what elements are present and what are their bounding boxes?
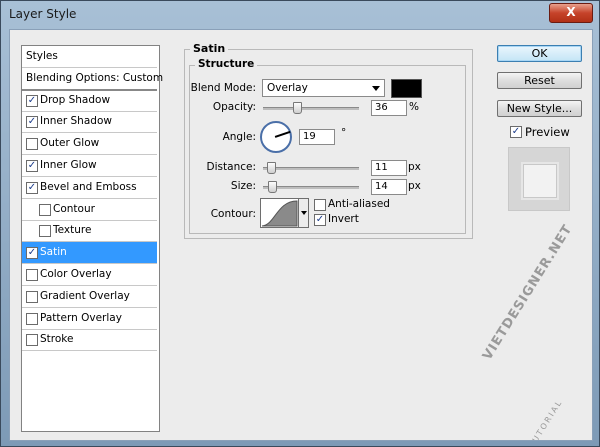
size-unit: px xyxy=(408,180,421,192)
ok-button[interactable]: OK xyxy=(497,45,582,62)
style-list-item-label: Styles xyxy=(26,50,58,62)
style-list-item-label: Inner Glow xyxy=(40,159,97,171)
preview-checkbox[interactable]: ✓ xyxy=(510,126,522,138)
opacity-label: Opacity: xyxy=(212,101,256,113)
blend-mode-value: Overlay xyxy=(267,82,308,94)
distance-unit: px xyxy=(408,161,421,173)
style-list-item[interactable]: ✓ Inner Shadow xyxy=(22,111,157,134)
title-bar[interactable]: Layer Style X xyxy=(1,1,599,29)
style-list-item-label: Satin xyxy=(40,246,67,259)
style-list-item[interactable]: ✓ Drop Shadow xyxy=(22,90,157,112)
style-list-item-label: Color Overlay xyxy=(40,268,112,280)
style-list-item-label: Gradient Overlay xyxy=(40,289,130,302)
style-checkbox[interactable] xyxy=(26,312,38,325)
style-list-item[interactable]: Pattern Overlay xyxy=(22,308,157,330)
size-label: Size: xyxy=(230,180,256,192)
style-list-item[interactable]: Blending Options: Custom xyxy=(22,68,163,91)
style-checkbox[interactable]: ✓ xyxy=(26,247,38,260)
contour-label: Contour: xyxy=(210,208,256,220)
structure-group-title: Structure xyxy=(195,58,258,70)
style-list-item[interactable]: Styles xyxy=(22,46,157,68)
style-checkbox[interactable]: ✓ xyxy=(26,116,38,129)
styles-list: Styles Blending Options: Custom ✓ Drop Shad… xyxy=(21,45,163,432)
style-checkbox[interactable] xyxy=(26,138,38,151)
style-list-item-label: Stroke xyxy=(40,333,74,346)
size-input[interactable]: 14 xyxy=(371,179,407,195)
distance-slider-thumb[interactable] xyxy=(267,162,276,174)
angle-unit: ° xyxy=(341,127,347,139)
style-list-item-label: Inner Shadow xyxy=(40,115,112,128)
color-swatch[interactable] xyxy=(391,79,422,98)
style-checkbox[interactable] xyxy=(26,290,38,303)
style-list-item-label: Outer Glow xyxy=(40,137,100,150)
preview-swatch xyxy=(523,164,557,198)
contour-dropdown-button[interactable] xyxy=(299,198,309,228)
new-style-button[interactable]: New Style... xyxy=(497,100,582,117)
style-list-item[interactable]: Stroke xyxy=(22,329,157,352)
invert-label: Invert xyxy=(328,213,359,225)
invert-checkbox[interactable]: ✓ xyxy=(314,214,326,226)
blend-mode-select[interactable]: Overlay xyxy=(262,79,385,97)
preview-thumbnail xyxy=(508,147,570,211)
contour-curve-icon xyxy=(261,200,298,227)
style-checkbox[interactable]: ✓ xyxy=(26,94,38,107)
style-checkbox[interactable]: ✓ xyxy=(26,181,38,194)
style-list-item-label: Bevel and Emboss xyxy=(40,180,137,193)
style-list-item[interactable]: Outer Glow xyxy=(22,133,157,156)
distance-slider[interactable] xyxy=(263,162,359,174)
chevron-down-icon xyxy=(372,86,380,91)
opacity-slider[interactable] xyxy=(263,102,359,114)
style-checkbox[interactable] xyxy=(26,269,38,281)
contour-picker[interactable] xyxy=(260,198,299,228)
style-list-item[interactable]: Texture xyxy=(22,220,157,243)
style-list-item[interactable]: ✓ Bevel and Emboss xyxy=(22,177,157,199)
angle-input[interactable]: 19 xyxy=(299,129,335,145)
style-checkbox[interactable] xyxy=(26,334,38,347)
close-button[interactable]: X xyxy=(549,3,593,23)
watermark-text: VIETDESIGNER.NET xyxy=(480,222,576,363)
size-slider-thumb[interactable] xyxy=(268,181,277,193)
close-icon: X xyxy=(566,5,576,19)
dialog-body: Styles Blending Options: Custom ✓ Drop Shad… xyxy=(9,29,593,441)
opacity-unit: % xyxy=(409,101,419,113)
opacity-slider-thumb[interactable] xyxy=(293,102,302,114)
style-list-item[interactable]: Color Overlay xyxy=(22,264,157,286)
style-list-item-label: Blending Options: Custom xyxy=(26,71,164,84)
style-list-item-label: Drop Shadow xyxy=(40,93,111,106)
style-checkbox[interactable]: ✓ xyxy=(26,160,38,172)
window-title: Layer Style xyxy=(9,7,77,21)
angle-label: Angle: xyxy=(222,131,256,143)
style-list-item[interactable]: Contour xyxy=(22,199,157,221)
opacity-input[interactable]: 36 xyxy=(371,100,407,116)
anti-aliased-label: Anti-aliased xyxy=(328,198,390,210)
reset-button[interactable]: Reset xyxy=(497,72,582,89)
style-checkbox[interactable] xyxy=(39,225,51,238)
satin-group-title: Satin xyxy=(190,42,229,55)
style-list-item-label: Contour xyxy=(53,202,95,215)
style-checkbox[interactable] xyxy=(39,203,51,216)
style-list-item[interactable]: ✓ Satin xyxy=(22,242,157,265)
anti-aliased-checkbox[interactable] xyxy=(314,199,326,211)
distance-label: Distance: xyxy=(206,161,256,173)
blend-mode-label: Blend Mode: xyxy=(190,82,256,94)
style-list-item[interactable]: Gradient Overlay xyxy=(22,286,157,308)
watermark-subtext: TUTORIAL xyxy=(527,397,565,441)
preview-label: Preview xyxy=(525,125,570,139)
size-slider[interactable] xyxy=(263,181,359,193)
layer-style-window: Layer Style X Styles Blending Options: Cu… xyxy=(0,0,600,447)
style-list-item-label: Texture xyxy=(53,224,92,237)
distance-input[interactable]: 11 xyxy=(371,160,407,176)
style-list-item[interactable]: ✓ Inner Glow xyxy=(22,155,157,177)
style-list-item-label: Pattern Overlay xyxy=(40,311,122,324)
